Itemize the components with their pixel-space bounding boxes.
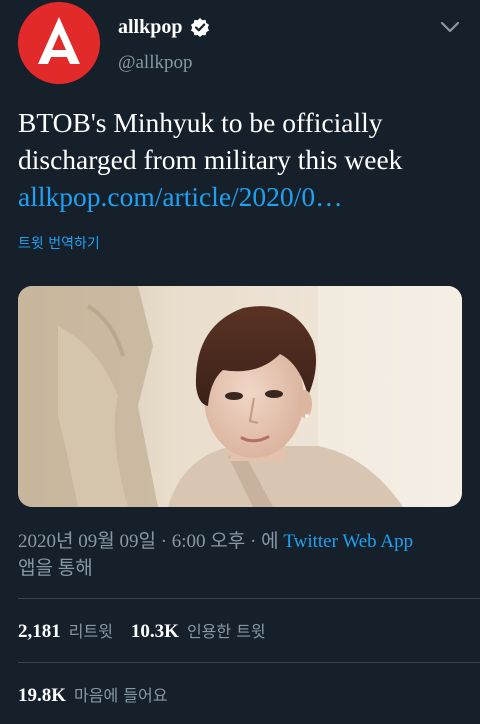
portrait-photo	[18, 286, 462, 507]
display-name: allkpop	[118, 16, 183, 38]
likes-label: 마음에 들어요	[74, 686, 168, 705]
display-name-line[interactable]: allkpop	[118, 16, 210, 38]
verified-badge-icon	[190, 17, 210, 37]
chevron-down-icon[interactable]	[438, 16, 462, 38]
timestamp[interactable]: 2020년 09월 09일 · 6:00 오후 · 에	[18, 531, 283, 552]
retweets-label: 리트윗	[68, 622, 113, 641]
tweet-detail: allkpop @allkpop BTOB's Minhyuk to be of…	[0, 0, 480, 724]
tweet-text-line-1: BTOB's Minhyuk to be officially	[18, 107, 383, 138]
translate-tweet-link[interactable]: 트윗 번역하기	[18, 233, 100, 253]
divider	[18, 598, 480, 599]
retweets-stat[interactable]: 2,181 리트윗	[18, 621, 113, 643]
tweet-header: allkpop @allkpop	[18, 2, 462, 84]
tweet-meta: 2020년 09월 09일 · 6:00 오후 · 에 Twitter Web …	[18, 528, 462, 582]
allkpop-logo-icon	[18, 2, 100, 84]
divider	[18, 662, 480, 663]
quotes-stat[interactable]: 10.3K 인용한 트윗	[131, 621, 266, 643]
tweet-text: BTOB's Minhyuk to be officially discharg…	[18, 104, 462, 215]
source-app-link[interactable]: Twitter Web App	[283, 531, 413, 552]
handle[interactable]: @allkpop	[118, 52, 193, 74]
quotes-label: 인용한 트윗	[186, 622, 266, 641]
retweets-count: 2,181	[18, 621, 61, 642]
stats-row-retweets: 2,181 리트윗 10.3K 인용한 트윗	[18, 621, 284, 643]
likes-count: 19.8K	[18, 685, 67, 706]
article-link[interactable]: allkpop.com/article/2020/0…	[18, 178, 462, 215]
quotes-count: 10.3K	[130, 621, 179, 642]
tweet-text-line-2: discharged from military this week	[18, 144, 403, 175]
source-suffix: 앱을 통해	[18, 558, 93, 579]
likes-stat[interactable]: 19.8K 마음에 들어요	[18, 685, 167, 707]
avatar[interactable]	[18, 2, 100, 84]
tweet-image[interactable]	[18, 286, 462, 507]
stats-row-likes: 19.8K 마음에 들어요	[18, 685, 185, 707]
